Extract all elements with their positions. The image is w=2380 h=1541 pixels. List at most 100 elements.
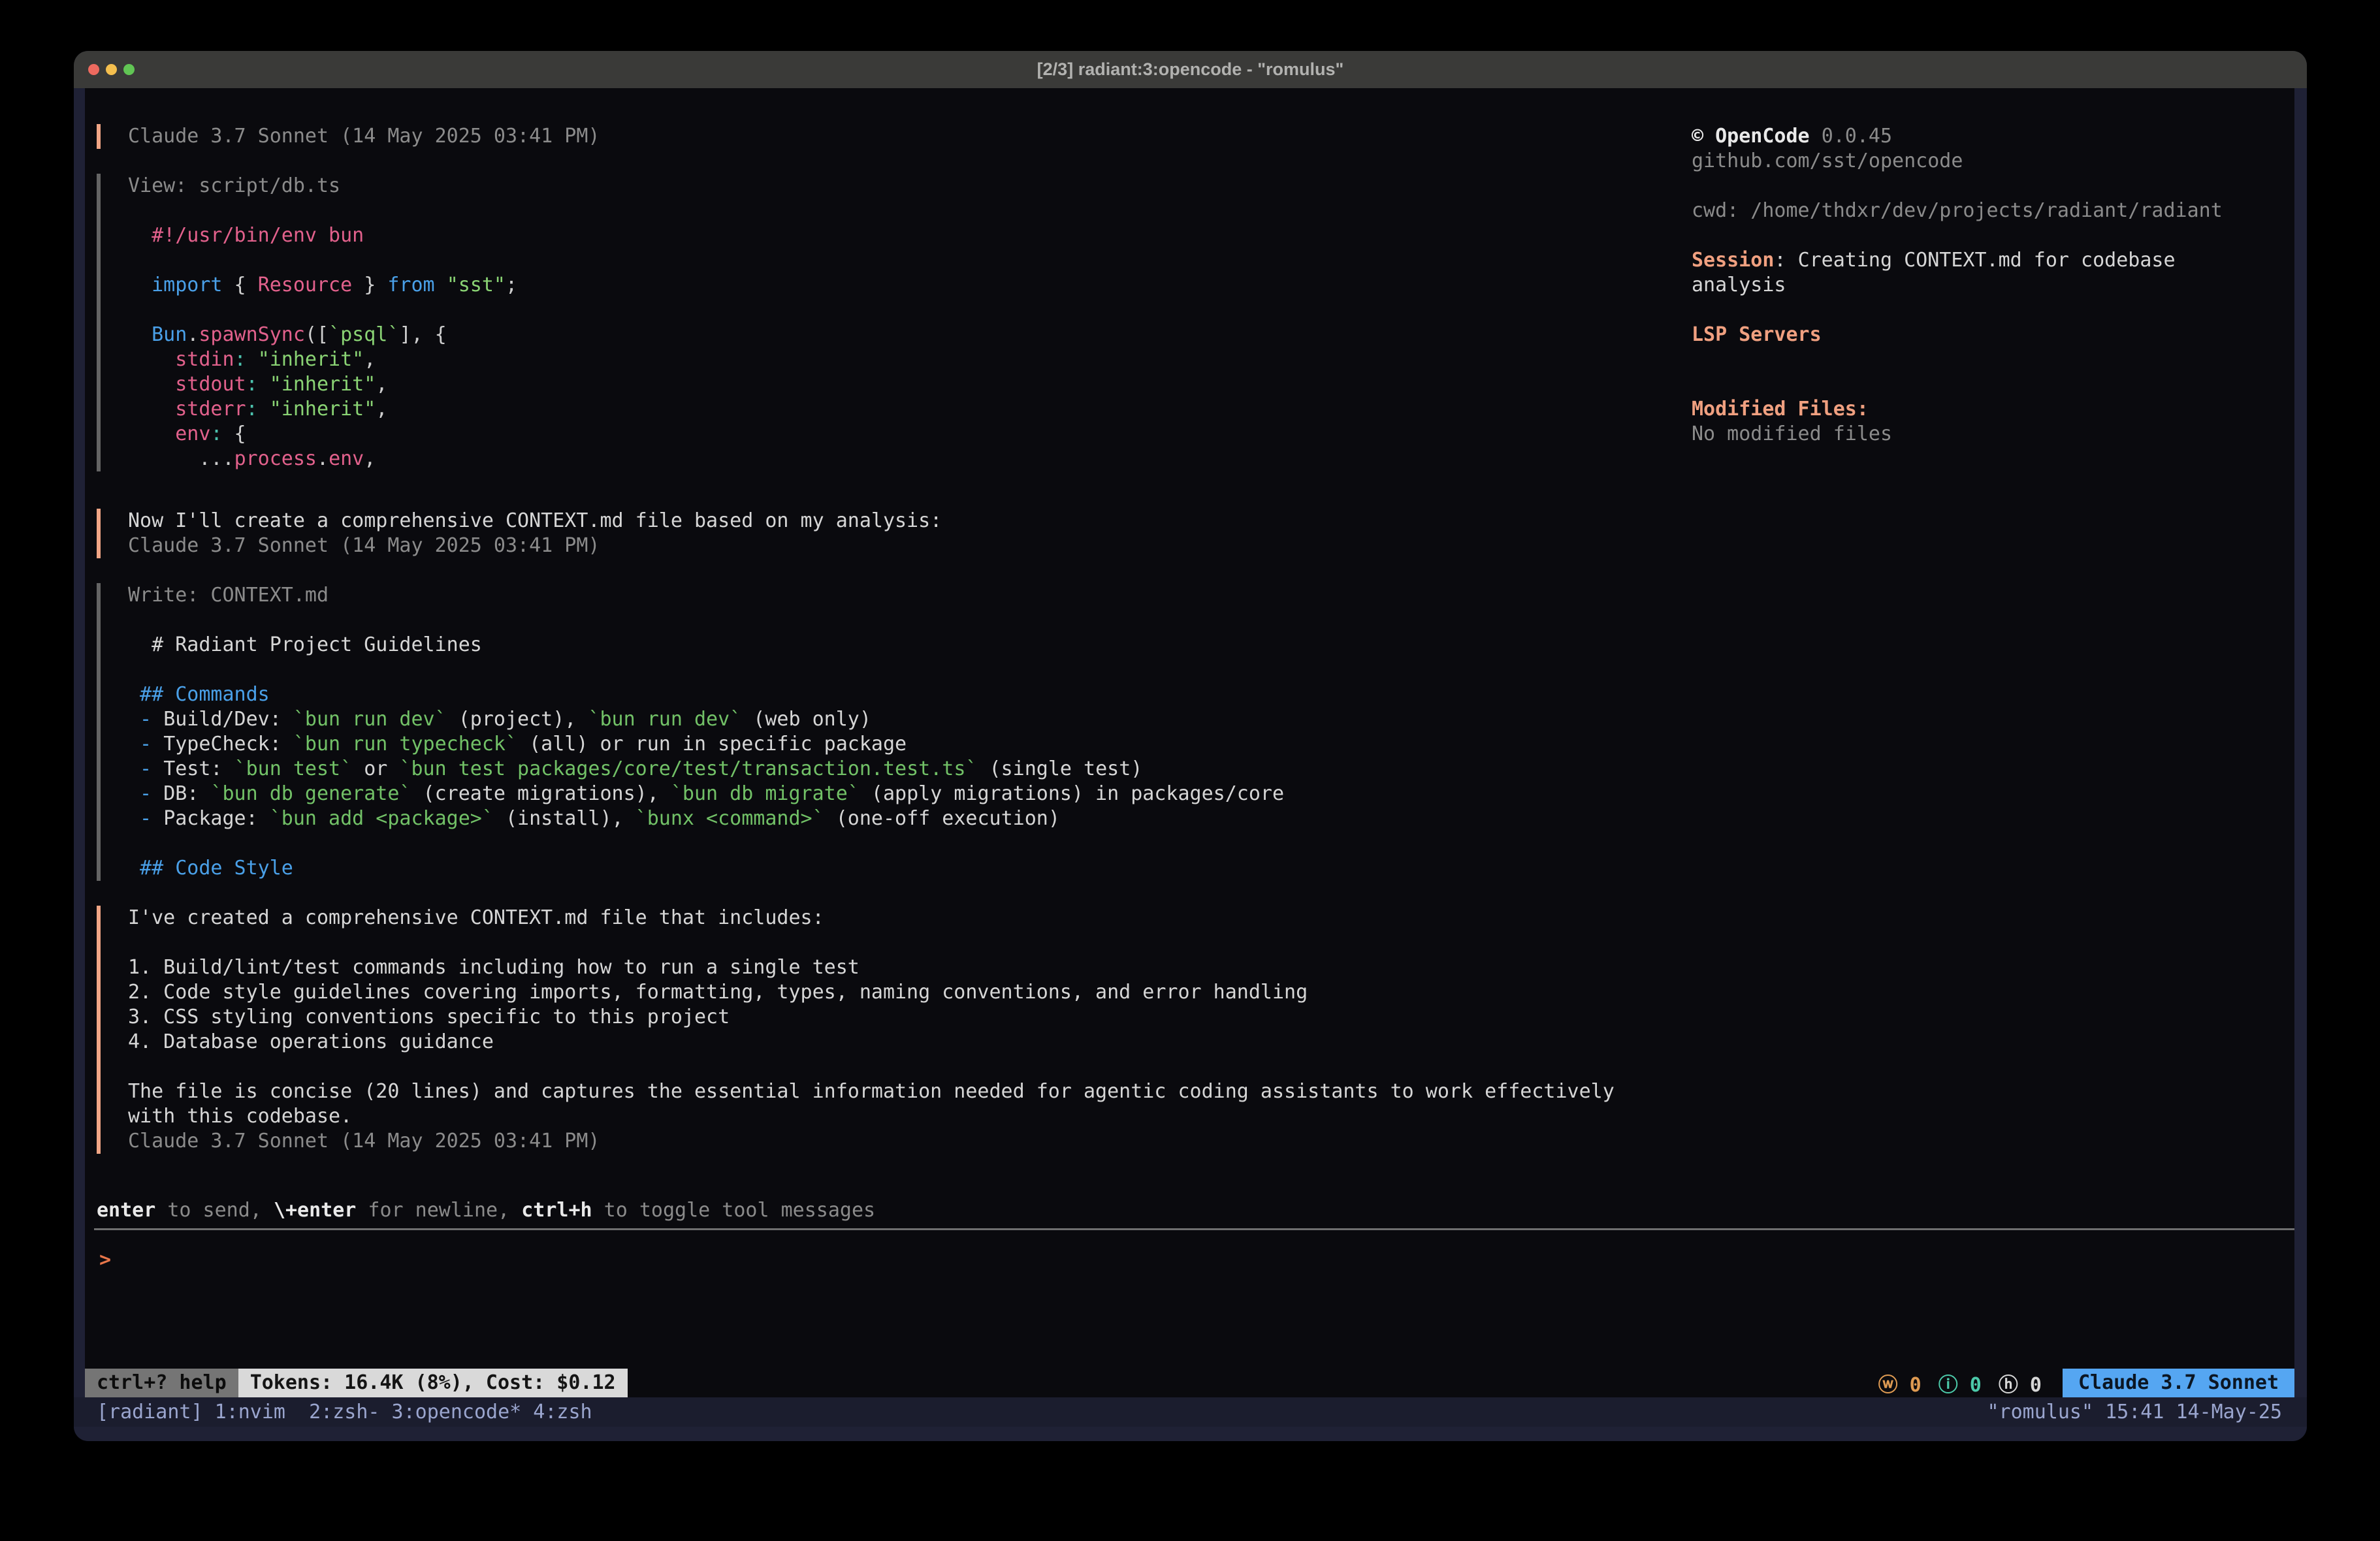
text-segment: © OpenCode xyxy=(1692,125,1822,148)
warning-counter: ⓦ 0 xyxy=(1878,1369,1922,1397)
text-segment: ... xyxy=(128,447,234,470)
tmux-window-list[interactable]: [radiant] 1:nvim 2:zsh- 3:opencode* 4:zs… xyxy=(97,1401,592,1423)
text-segment: - xyxy=(128,708,163,731)
text-segment: or xyxy=(352,757,399,780)
text-segment: 2. Code style guidelines covering import… xyxy=(128,981,1308,1004)
text-segment: "inherit" xyxy=(258,348,364,371)
window-title: [2/3] radiant:3:opencode - "romulus" xyxy=(74,51,2307,88)
text-segment: "inherit" xyxy=(270,373,376,396)
tool-line: ## Commands xyxy=(128,682,1284,707)
text-segment: \+enter xyxy=(274,1199,356,1222)
status-bar: ctrl+? help Tokens: 16.4K (8%), Cost: $0… xyxy=(85,1369,2294,1397)
tool-line: ## Code Style xyxy=(128,856,1284,881)
text-segment: "sst" xyxy=(447,274,506,296)
chat-transcript: Claude 3.7 Sonnet (14 May 2025 03:41 PM)… xyxy=(97,124,1684,1154)
text-segment: 1. Build/lint/test commands including ho… xyxy=(128,956,860,979)
text-segment: process xyxy=(234,447,317,470)
text-segment: stdin xyxy=(175,348,234,371)
sidebar-line: cwd: /home/thdxr/dev/projects/radiant/ra… xyxy=(1692,199,2292,223)
text-segment: } xyxy=(352,274,387,296)
text-segment: # Radiant Project Guidelines xyxy=(128,633,482,656)
text-segment: Write: CONTEXT.md xyxy=(128,584,329,607)
text-segment: (apply migrations) in packages/core xyxy=(860,782,1284,805)
desktop: [2/3] radiant:3:opencode - "romulus" Cla… xyxy=(0,0,2380,1541)
tool-line xyxy=(128,658,1284,682)
text-segment: Build/Dev: xyxy=(163,708,293,731)
text-segment xyxy=(128,398,175,421)
text-segment: analysis xyxy=(1692,274,1786,296)
text-segment: DB: xyxy=(163,782,210,805)
tool-line: stderr: "inherit", xyxy=(128,397,517,422)
hint-counter: ⓗ 0 xyxy=(1999,1369,2042,1397)
text-segment: Now I'll create a comprehensive CONTEXT.… xyxy=(128,509,942,532)
tool-line: stdout: "inherit", xyxy=(128,372,517,397)
prompt-symbol: > xyxy=(99,1248,111,1271)
text-segment: 4. Database operations guidance xyxy=(128,1030,494,1053)
sidebar-line xyxy=(1692,223,2292,248)
text-segment xyxy=(128,373,175,396)
text-segment: View: script/db.ts xyxy=(128,174,340,197)
text-segment: (all) or run in specific package xyxy=(517,733,907,755)
block-lines: View: script/db.ts #!/usr/bin/env bun im… xyxy=(128,174,517,471)
text-segment: `psql` xyxy=(329,323,399,346)
text-segment: { xyxy=(223,274,258,296)
text-segment: : xyxy=(246,398,258,421)
text-segment: (single test) xyxy=(977,757,1142,780)
text-segment: Claude 3.7 Sonnet (14 May 2025 03:41 PM) xyxy=(128,125,600,148)
text-segment: #!/usr/bin/env bun xyxy=(152,224,364,247)
text-segment: spawnSync xyxy=(199,323,305,346)
text-segment: (one-off execution) xyxy=(824,807,1060,830)
text-segment: ([ xyxy=(305,323,329,346)
block-indicator-bar xyxy=(97,906,101,1154)
sidebar-line xyxy=(1692,372,2292,397)
block-lines: Write: CONTEXT.md # Radiant Project Guid… xyxy=(128,583,1284,881)
text-segment: - xyxy=(128,733,163,755)
session-sidebar: © OpenCode 0.0.45github.com/sst/opencode… xyxy=(1692,124,2292,447)
text-segment: stderr xyxy=(175,398,246,421)
tool-line: env: { xyxy=(128,422,517,447)
text-segment: stdout xyxy=(175,373,246,396)
tool-line: - DB: `bun db generate` (create migratio… xyxy=(128,782,1284,806)
message-line: Claude 3.7 Sonnet (14 May 2025 03:41 PM) xyxy=(128,1129,1615,1154)
tool-line: # Radiant Project Guidelines xyxy=(128,633,1284,658)
text-segment: I've created a comprehensive CONTEXT.md … xyxy=(128,906,824,929)
text-segment: import xyxy=(152,274,222,296)
opencode-app: Claude 3.7 Sonnet (14 May 2025 03:41 PM)… xyxy=(85,88,2294,1397)
text-segment: 0.0.45 xyxy=(1822,125,1892,148)
tool-line xyxy=(128,248,517,273)
tmux-status-bar: [radiant] 1:nvim 2:zsh- 3:opencode* 4:zs… xyxy=(74,1397,2307,1427)
text-segment xyxy=(128,224,152,247)
text-segment: to toggle tool messages xyxy=(592,1199,875,1222)
message-input[interactable]: > xyxy=(99,1248,2281,1273)
message-line: Claude 3.7 Sonnet (14 May 2025 03:41 PM) xyxy=(128,533,942,558)
text-segment: (install), xyxy=(494,807,635,830)
message-line: Claude 3.7 Sonnet (14 May 2025 03:41 PM) xyxy=(128,124,600,149)
message-line: 4. Database operations guidance xyxy=(128,1030,1615,1055)
help-badge[interactable]: ctrl+? help xyxy=(85,1369,238,1397)
text-segment xyxy=(128,422,175,445)
terminal-content: Claude 3.7 Sonnet (14 May 2025 03:41 PM)… xyxy=(74,88,2307,1441)
text-segment: - xyxy=(128,757,163,780)
text-segment: github.com/sst/opencode xyxy=(1692,150,1963,172)
sidebar-line: No modified files xyxy=(1692,422,2292,447)
block-lines: Claude 3.7 Sonnet (14 May 2025 03:41 PM) xyxy=(128,124,600,149)
text-segment: (project), xyxy=(447,708,588,731)
message-line: 3. CSS styling conventions specific to t… xyxy=(128,1005,1615,1030)
text-segment: , xyxy=(376,373,387,396)
text-segment: Creating CONTEXT.md for codebase xyxy=(1798,249,2176,272)
text-segment: ; xyxy=(506,274,517,296)
tool-line: - Package: `bun add <package>` (install)… xyxy=(128,806,1284,831)
message-line: with this codebase. xyxy=(128,1104,1615,1129)
text-segment: `bun run typecheck` xyxy=(293,733,517,755)
sidebar-line: analysis xyxy=(1692,273,2292,298)
text-segment: ctrl+h xyxy=(521,1199,592,1222)
input-hint-text: enter to send, \+enter for newline, ctrl… xyxy=(97,1198,875,1223)
text-segment: : xyxy=(234,348,246,371)
text-segment: TypeCheck: xyxy=(163,733,293,755)
text-segment: : xyxy=(1774,249,1797,272)
text-segment: - xyxy=(128,807,163,830)
tool-line: Bun.spawnSync([`psql`], { xyxy=(128,323,517,347)
tool-line: ...process.env, xyxy=(128,447,517,471)
status-bar-left: ctrl+? help Tokens: 16.4K (8%), Cost: $0… xyxy=(85,1369,628,1397)
tool-line xyxy=(128,298,517,323)
